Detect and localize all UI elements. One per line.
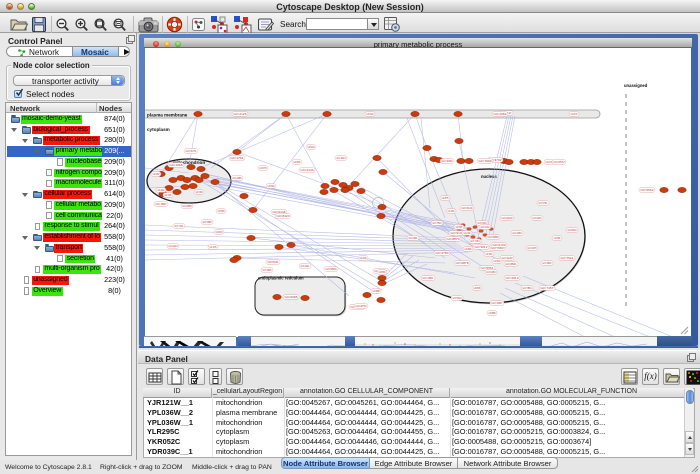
svg-text:GO:3478: GO:3478: [528, 246, 537, 250]
svg-text:GO:6109: GO:6109: [493, 243, 506, 247]
svg-text:GO:4780: GO:4780: [436, 251, 449, 255]
svg-text:GO:4657: GO:4657: [153, 172, 160, 176]
svg-text:GO:9445: GO:9445: [533, 216, 542, 220]
svg-text:GO:8996: GO:8996: [465, 247, 472, 251]
svg-text:GO:1791: GO:1791: [231, 156, 244, 160]
svg-text:GO:1003: GO:1003: [448, 209, 455, 213]
svg-text:GO:9779: GO:9779: [260, 166, 267, 170]
svg-text:GO:2688: GO:2688: [203, 220, 212, 224]
svg-text:GO:8424: GO:8424: [277, 214, 290, 218]
svg-text:GO:6220: GO:6220: [502, 216, 513, 220]
svg-text:unassigned: unassigned: [624, 83, 648, 88]
svg-text:GO:1614: GO:1614: [337, 156, 346, 160]
svg-text:GO:9459: GO:9459: [487, 270, 496, 274]
svg-text:GO:4575: GO:4575: [442, 196, 449, 200]
svg-text:GO:5662: GO:5662: [641, 188, 654, 192]
svg-text:GO:8481: GO:8481: [554, 236, 561, 240]
svg-text:GO:4622: GO:4622: [158, 188, 165, 192]
svg-text:GO:7521: GO:7521: [561, 256, 574, 260]
svg-text:GO:3361: GO:3361: [486, 252, 493, 256]
svg-text:GO:2341: GO:2341: [301, 264, 310, 268]
svg-text:GO:7864: GO:7864: [523, 286, 532, 290]
svg-text:GO:8870: GO:8870: [447, 237, 460, 241]
svg-text:GO:3181: GO:3181: [165, 193, 172, 197]
svg-text:GO:9604: GO:9604: [326, 267, 337, 271]
svg-text:GO:2019: GO:2019: [506, 276, 519, 280]
svg-text:GO:6613: GO:6613: [494, 259, 501, 263]
svg-text:GO:4822: GO:4822: [543, 261, 552, 265]
svg-text:GO:7867: GO:7867: [156, 202, 167, 206]
svg-text:GO:2359: GO:2359: [513, 231, 522, 235]
svg-text:GO:3945: GO:3945: [263, 268, 272, 272]
svg-text:GO:6991: GO:6991: [294, 160, 301, 164]
svg-text:GO:1976: GO:1976: [210, 245, 217, 249]
svg-text:GO:2271: GO:2271: [546, 160, 553, 164]
svg-text:GO:8219: GO:8219: [568, 228, 577, 232]
svg-text:GO:2801: GO:2801: [409, 236, 418, 240]
svg-text:GO:2144: GO:2144: [301, 168, 314, 172]
svg-text:GO:7499: GO:7499: [196, 190, 203, 194]
svg-text:GO:6685: GO:6685: [285, 295, 298, 299]
svg-text:GO:8564: GO:8564: [379, 270, 386, 274]
svg-text:GO:5132: GO:5132: [481, 225, 490, 229]
svg-text:GO:6054: GO:6054: [218, 209, 225, 213]
svg-text:GO:7457: GO:7457: [541, 286, 554, 290]
svg-text:GO:5911: GO:5911: [268, 260, 279, 264]
svg-text:GO:8104: GO:8104: [268, 184, 275, 188]
svg-text:GO:6966: GO:6966: [488, 235, 499, 239]
svg-text:GO:2126: GO:2126: [234, 112, 247, 116]
svg-text:GO:6878: GO:6878: [456, 261, 469, 265]
svg-text:GO:7101: GO:7101: [175, 224, 184, 228]
svg-text:GO:3012: GO:3012: [475, 245, 488, 249]
svg-text:GO:3471: GO:3471: [186, 149, 197, 153]
svg-text:cytoplasm: cytoplasm: [147, 127, 170, 132]
svg-text:GO:8841: GO:8841: [506, 262, 517, 266]
svg-text:GO:3119: GO:3119: [462, 206, 473, 210]
svg-text:GO:7909: GO:7909: [479, 159, 492, 163]
svg-text:GO:7519: GO:7519: [433, 221, 442, 225]
svg-text:GO:2934: GO:2934: [360, 256, 367, 260]
svg-text:GO:5422: GO:5422: [367, 112, 374, 116]
svg-text:GO:1067: GO:1067: [492, 301, 503, 305]
svg-text:GO:9858: GO:9858: [183, 204, 192, 208]
svg-text:GO:2152: GO:2152: [464, 231, 471, 235]
svg-text:GO:3490: GO:3490: [442, 159, 453, 163]
svg-text:GO:7164: GO:7164: [471, 239, 480, 243]
svg-text:endoplasmic reticulum: endoplasmic reticulum: [258, 276, 304, 281]
svg-text:GO:3243: GO:3243: [502, 256, 513, 260]
svg-text:GO:2486: GO:2486: [233, 176, 242, 180]
svg-text:GO:9133: GO:9133: [169, 244, 178, 248]
svg-text:plasma membrane: plasma membrane: [147, 113, 188, 118]
svg-text:GO:1968: GO:1968: [170, 163, 183, 167]
svg-text:GO:6572: GO:6572: [554, 160, 565, 164]
svg-text:GO:5304: GO:5304: [453, 296, 462, 300]
svg-text:GO:3753: GO:3753: [356, 304, 367, 308]
svg-text:GO:9088: GO:9088: [373, 289, 380, 293]
svg-text:GO:8945: GO:8945: [474, 286, 481, 290]
svg-text:GO:8889: GO:8889: [489, 311, 496, 315]
svg-text:GO:2064: GO:2064: [494, 112, 507, 116]
svg-text:GO:9791: GO:9791: [539, 201, 548, 205]
svg-text:GO:9313: GO:9313: [308, 145, 315, 149]
svg-text:GO:6957: GO:6957: [456, 225, 463, 229]
svg-text:GO:1861: GO:1861: [423, 276, 434, 280]
svg-text:GO:9974: GO:9974: [216, 230, 223, 234]
svg-text:GO:6072: GO:6072: [571, 112, 578, 116]
